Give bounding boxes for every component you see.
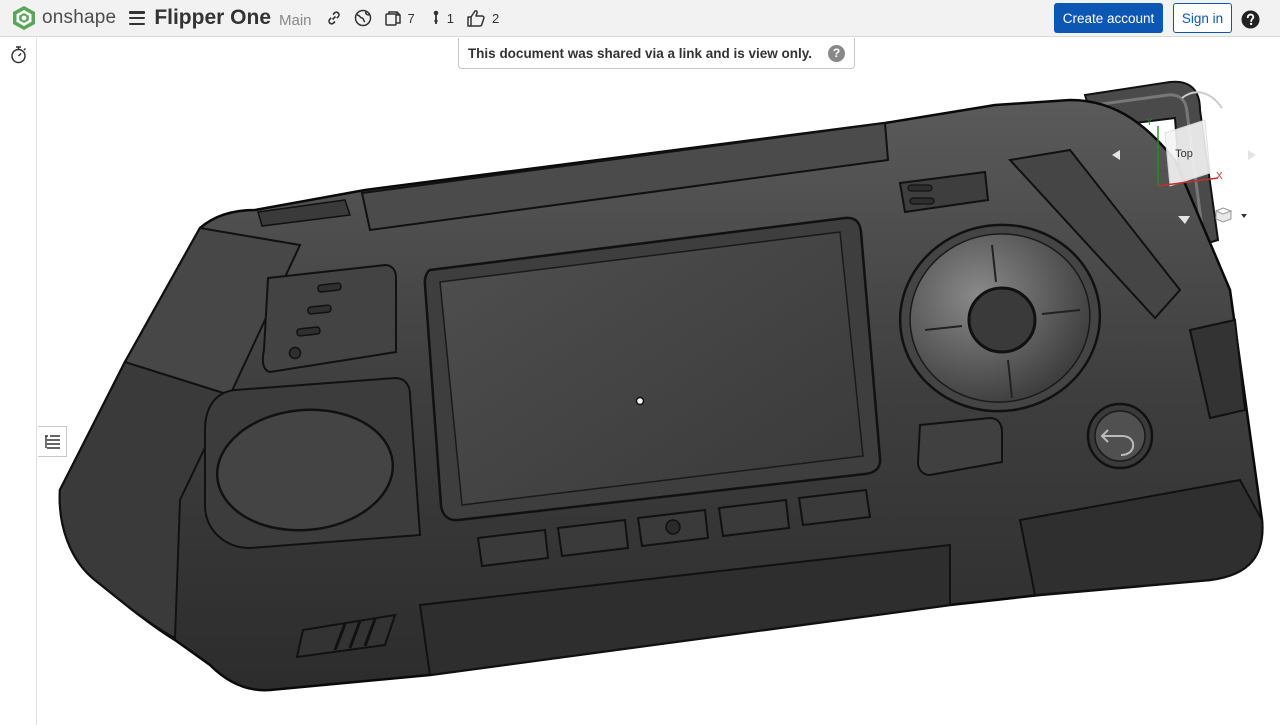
flipper-one-model — [58, 80, 1264, 692]
versions-count: 7 — [407, 10, 415, 26]
view-cube-top-face[interactable]: Top — [1163, 138, 1205, 170]
left-rail — [0, 38, 37, 725]
axis-x-label: X — [1216, 171, 1223, 182]
branches-count: 1 — [446, 10, 454, 26]
like-icon[interactable]: 2 — [466, 9, 499, 27]
help-icon[interactable] — [1241, 10, 1260, 34]
feature-tree-icon — [45, 434, 60, 449]
link-icon[interactable] — [326, 10, 342, 26]
document-title: Flipper One — [154, 6, 271, 29]
likes-count: 2 — [491, 10, 500, 26]
hamburger-menu-icon[interactable] — [129, 11, 146, 25]
top-bar: onshape Flipper One Main 7 1 2 Create ac… — [0, 0, 1280, 37]
stopwatch-icon[interactable] — [9, 45, 28, 69]
axis-y-label: Y — [1146, 117, 1153, 128]
onshape-logo-icon — [13, 6, 35, 30]
banner-help-icon[interactable]: ? — [828, 44, 846, 62]
view-only-banner: This document was shared via a link and … — [458, 38, 855, 69]
create-account-button[interactable]: Create account — [1054, 3, 1163, 33]
globe-icon[interactable] — [354, 9, 372, 27]
view-options-icon[interactable] — [1214, 205, 1250, 230]
versions-icon[interactable]: 7 — [384, 9, 415, 27]
onshape-logo[interactable]: onshape — [12, 5, 116, 31]
sign-in-button[interactable]: Sign in — [1173, 3, 1232, 33]
logo-text: onshape — [42, 7, 117, 28]
banner-message: This document was shared via a link and … — [467, 45, 813, 61]
graphics-viewport[interactable] — [38, 38, 1280, 725]
branch-name: Main — [279, 11, 312, 29]
branch-icon[interactable]: 1 — [431, 9, 454, 27]
feature-tree-toggle[interactable] — [38, 426, 67, 457]
